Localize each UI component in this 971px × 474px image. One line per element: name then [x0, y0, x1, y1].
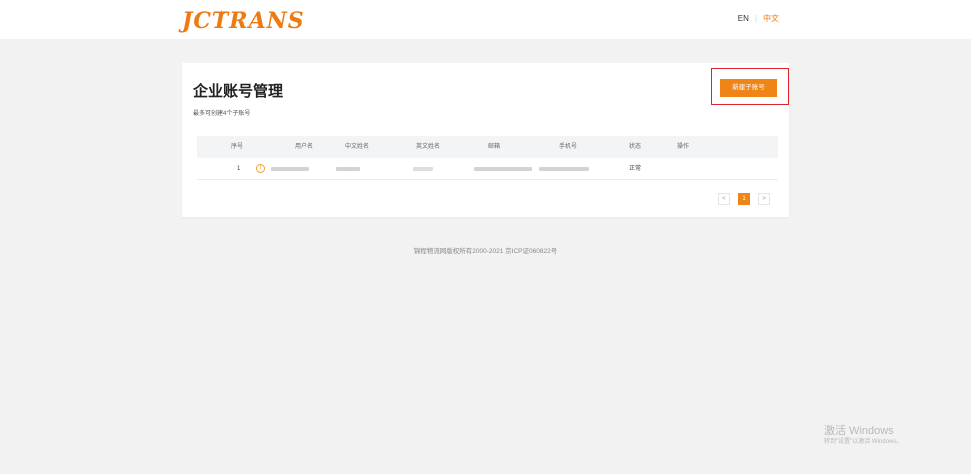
windows-activation-watermark: 激活 Windows 转到"设置"以激活 Windows。	[824, 425, 902, 447]
col-email: 邮箱	[488, 144, 501, 150]
col-actions: 操作	[677, 144, 690, 150]
phone-redacted	[539, 167, 589, 171]
row-index: 1	[237, 166, 241, 172]
col-status: 状态	[629, 144, 642, 150]
table-header: 序号 用户名 中文姓名 英文姓名 邮箱 手机号 状态 操作	[197, 136, 778, 158]
page-subtitle: 最多可创建4个子账号	[193, 111, 251, 117]
footer-copyright: 锦程物流网版权所有2000-2021 京ICP证060822号	[413, 248, 558, 255]
email-redacted	[474, 167, 532, 171]
username-redacted	[271, 167, 309, 171]
col-phone: 手机号	[559, 144, 578, 150]
page-1-button[interactable]: 1	[738, 193, 750, 205]
status-text: 正常	[629, 166, 642, 172]
lang-zh-link[interactable]: 中文	[763, 14, 779, 23]
watermark-title: 激活 Windows	[824, 425, 894, 437]
lang-separator: |	[754, 14, 757, 23]
english-name-redacted	[413, 167, 433, 171]
watermark-subtitle: 转到"设置"以激活 Windows。	[824, 439, 903, 445]
lang-en-link[interactable]: EN	[738, 14, 749, 23]
user-icon: !	[256, 164, 265, 173]
col-chinese-name: 中文姓名	[345, 144, 370, 150]
sub-account-table: 序号 用户名 中文姓名 英文姓名 邮箱 手机号 状态 操作 1 ! 正常	[197, 136, 778, 180]
col-index: 序号	[231, 144, 244, 150]
col-english-name: 英文姓名	[416, 144, 441, 150]
language-switcher: EN | 中文	[738, 14, 779, 24]
col-username: 用户名	[295, 144, 314, 150]
logo-text: JCTRANS	[182, 8, 305, 34]
chevron-left-icon[interactable]: <	[718, 193, 730, 205]
chinese-name-redacted	[336, 167, 360, 171]
account-management-card: 企业账号管理 最多可创建4个子账号 新建子账号 序号 用户名 中文姓名 英文姓名…	[182, 63, 789, 217]
jctrans-logo[interactable]: JCTRANS ✦	[182, 9, 305, 33]
new-sub-account-button[interactable]: 新建子账号	[720, 79, 777, 97]
table-row: 1 ! 正常	[197, 158, 778, 180]
chevron-right-icon[interactable]: >	[758, 193, 770, 205]
logo-star-icon: ✦	[218, 10, 227, 20]
page-title: 企业账号管理	[193, 83, 284, 100]
top-header: JCTRANS ✦ EN | 中文	[0, 0, 971, 39]
